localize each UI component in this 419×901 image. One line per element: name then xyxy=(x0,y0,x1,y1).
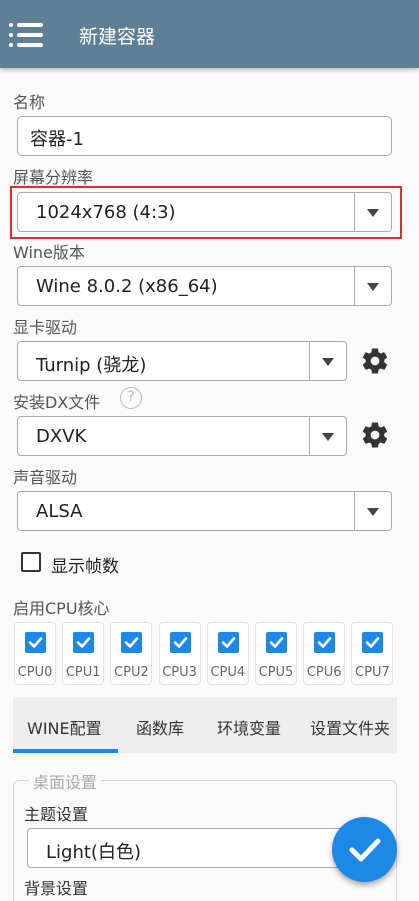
checkbox-checked-icon xyxy=(314,632,336,653)
wine-version-label: Wine版本 xyxy=(13,243,85,262)
audio-value: ALSA xyxy=(36,501,83,522)
cpu-core-label: CPU5 xyxy=(258,665,294,680)
gpu-driver-value: Turnip (骁龙) xyxy=(36,355,147,376)
cpu-core-label: CPU3 xyxy=(162,665,197,680)
show-fps-label: 显示帧数 xyxy=(51,557,119,577)
name-input[interactable]: 容器-1 xyxy=(17,116,392,156)
cpu-label: 启用CPU核心 xyxy=(13,599,110,618)
cpu-core-toggle[interactable]: CPU6 xyxy=(303,622,346,685)
dropdown-arrow-icon xyxy=(367,508,379,516)
tab-settings-folder[interactable]: 设置文件夹 xyxy=(310,715,390,739)
wine-version-value: Wine 8.0.2 (x86_64) xyxy=(36,276,218,297)
tab-env-vars[interactable]: 环境变量 xyxy=(217,715,281,739)
theme-label: 主题设置 xyxy=(24,805,89,824)
dx-value: DXVK xyxy=(36,426,87,447)
dx-label: 安装DX文件 xyxy=(13,393,101,412)
cpu-core-label: CPU6 xyxy=(306,665,342,680)
page-title: 新建容器 xyxy=(79,26,156,48)
dropdown-arrow-icon xyxy=(367,209,379,217)
cpu-core-toggle[interactable]: CPU4 xyxy=(206,622,249,685)
cpu-core-label: CPU7 xyxy=(355,665,390,680)
cpu-core-label: CPU4 xyxy=(210,665,246,680)
name-label: 名称 xyxy=(13,93,46,112)
check-icon xyxy=(349,838,381,862)
audio-label: 声音驱动 xyxy=(13,468,78,487)
cpu-core-toggle[interactable]: CPU1 xyxy=(62,622,105,685)
cpu-core-label: CPU0 xyxy=(17,665,53,680)
cpu-core-toggle[interactable]: CPU5 xyxy=(255,622,297,685)
gpu-driver-label: 显卡驱动 xyxy=(13,318,78,337)
theme-select[interactable]: Light(白色) xyxy=(27,828,357,868)
active-tab-indicator xyxy=(13,749,118,753)
checkbox-checked-icon xyxy=(362,632,384,653)
checkbox-checked-icon xyxy=(217,632,239,653)
cpu-core-label: CPU2 xyxy=(114,665,149,680)
tab-wine-config[interactable]: WINE配置 xyxy=(27,715,102,739)
cpu-core-toggle[interactable]: CPU0 xyxy=(14,622,56,685)
desktop-settings-title: 桌面设置 xyxy=(29,769,102,793)
wine-version-select[interactable]: Wine 8.0.2 (x86_64) xyxy=(17,266,392,306)
background-label: 背景设置 xyxy=(24,879,89,898)
resolution-label: 屏幕分辨率 xyxy=(13,168,94,187)
tab-libraries[interactable]: 函数库 xyxy=(136,715,184,739)
cpu-core-toggle[interactable]: CPU2 xyxy=(110,622,153,685)
gpu-driver-select[interactable]: Turnip (骁龙) xyxy=(17,341,347,381)
menu-icon[interactable] xyxy=(9,22,43,48)
dx-select[interactable]: DXVK xyxy=(17,416,347,456)
checkbox-checked-icon xyxy=(121,632,143,653)
confirm-button[interactable] xyxy=(332,817,397,882)
checkbox-checked-icon xyxy=(25,632,46,653)
checkbox-checked-icon xyxy=(266,632,287,653)
dx-settings-gear-icon[interactable] xyxy=(360,420,390,450)
cpu-core-toggle[interactable]: CPU3 xyxy=(158,622,201,685)
theme-value: Light(白色) xyxy=(46,842,141,863)
dropdown-arrow-icon xyxy=(322,358,334,366)
audio-select[interactable]: ALSA xyxy=(17,491,392,531)
dropdown-arrow-icon xyxy=(367,283,379,291)
resolution-select[interactable]: 1024x768 (4:3) xyxy=(17,192,392,232)
help-icon[interactable]: ? xyxy=(120,387,142,409)
tab-bar: WINE配置 函数库 环境变量 设置文件夹 xyxy=(13,697,397,753)
checkbox-checked-icon xyxy=(169,632,191,653)
app-bar: 新建容器 xyxy=(0,0,419,68)
cpu-core-label: CPU1 xyxy=(65,665,101,680)
cpu-core-toggle[interactable]: CPU7 xyxy=(351,622,394,685)
dropdown-arrow-icon xyxy=(322,433,334,441)
resolution-value: 1024x768 (4:3) xyxy=(36,202,176,223)
show-fps-checkbox[interactable] xyxy=(21,552,41,572)
checkbox-checked-icon xyxy=(73,632,95,653)
gpu-settings-gear-icon[interactable] xyxy=(360,346,390,376)
